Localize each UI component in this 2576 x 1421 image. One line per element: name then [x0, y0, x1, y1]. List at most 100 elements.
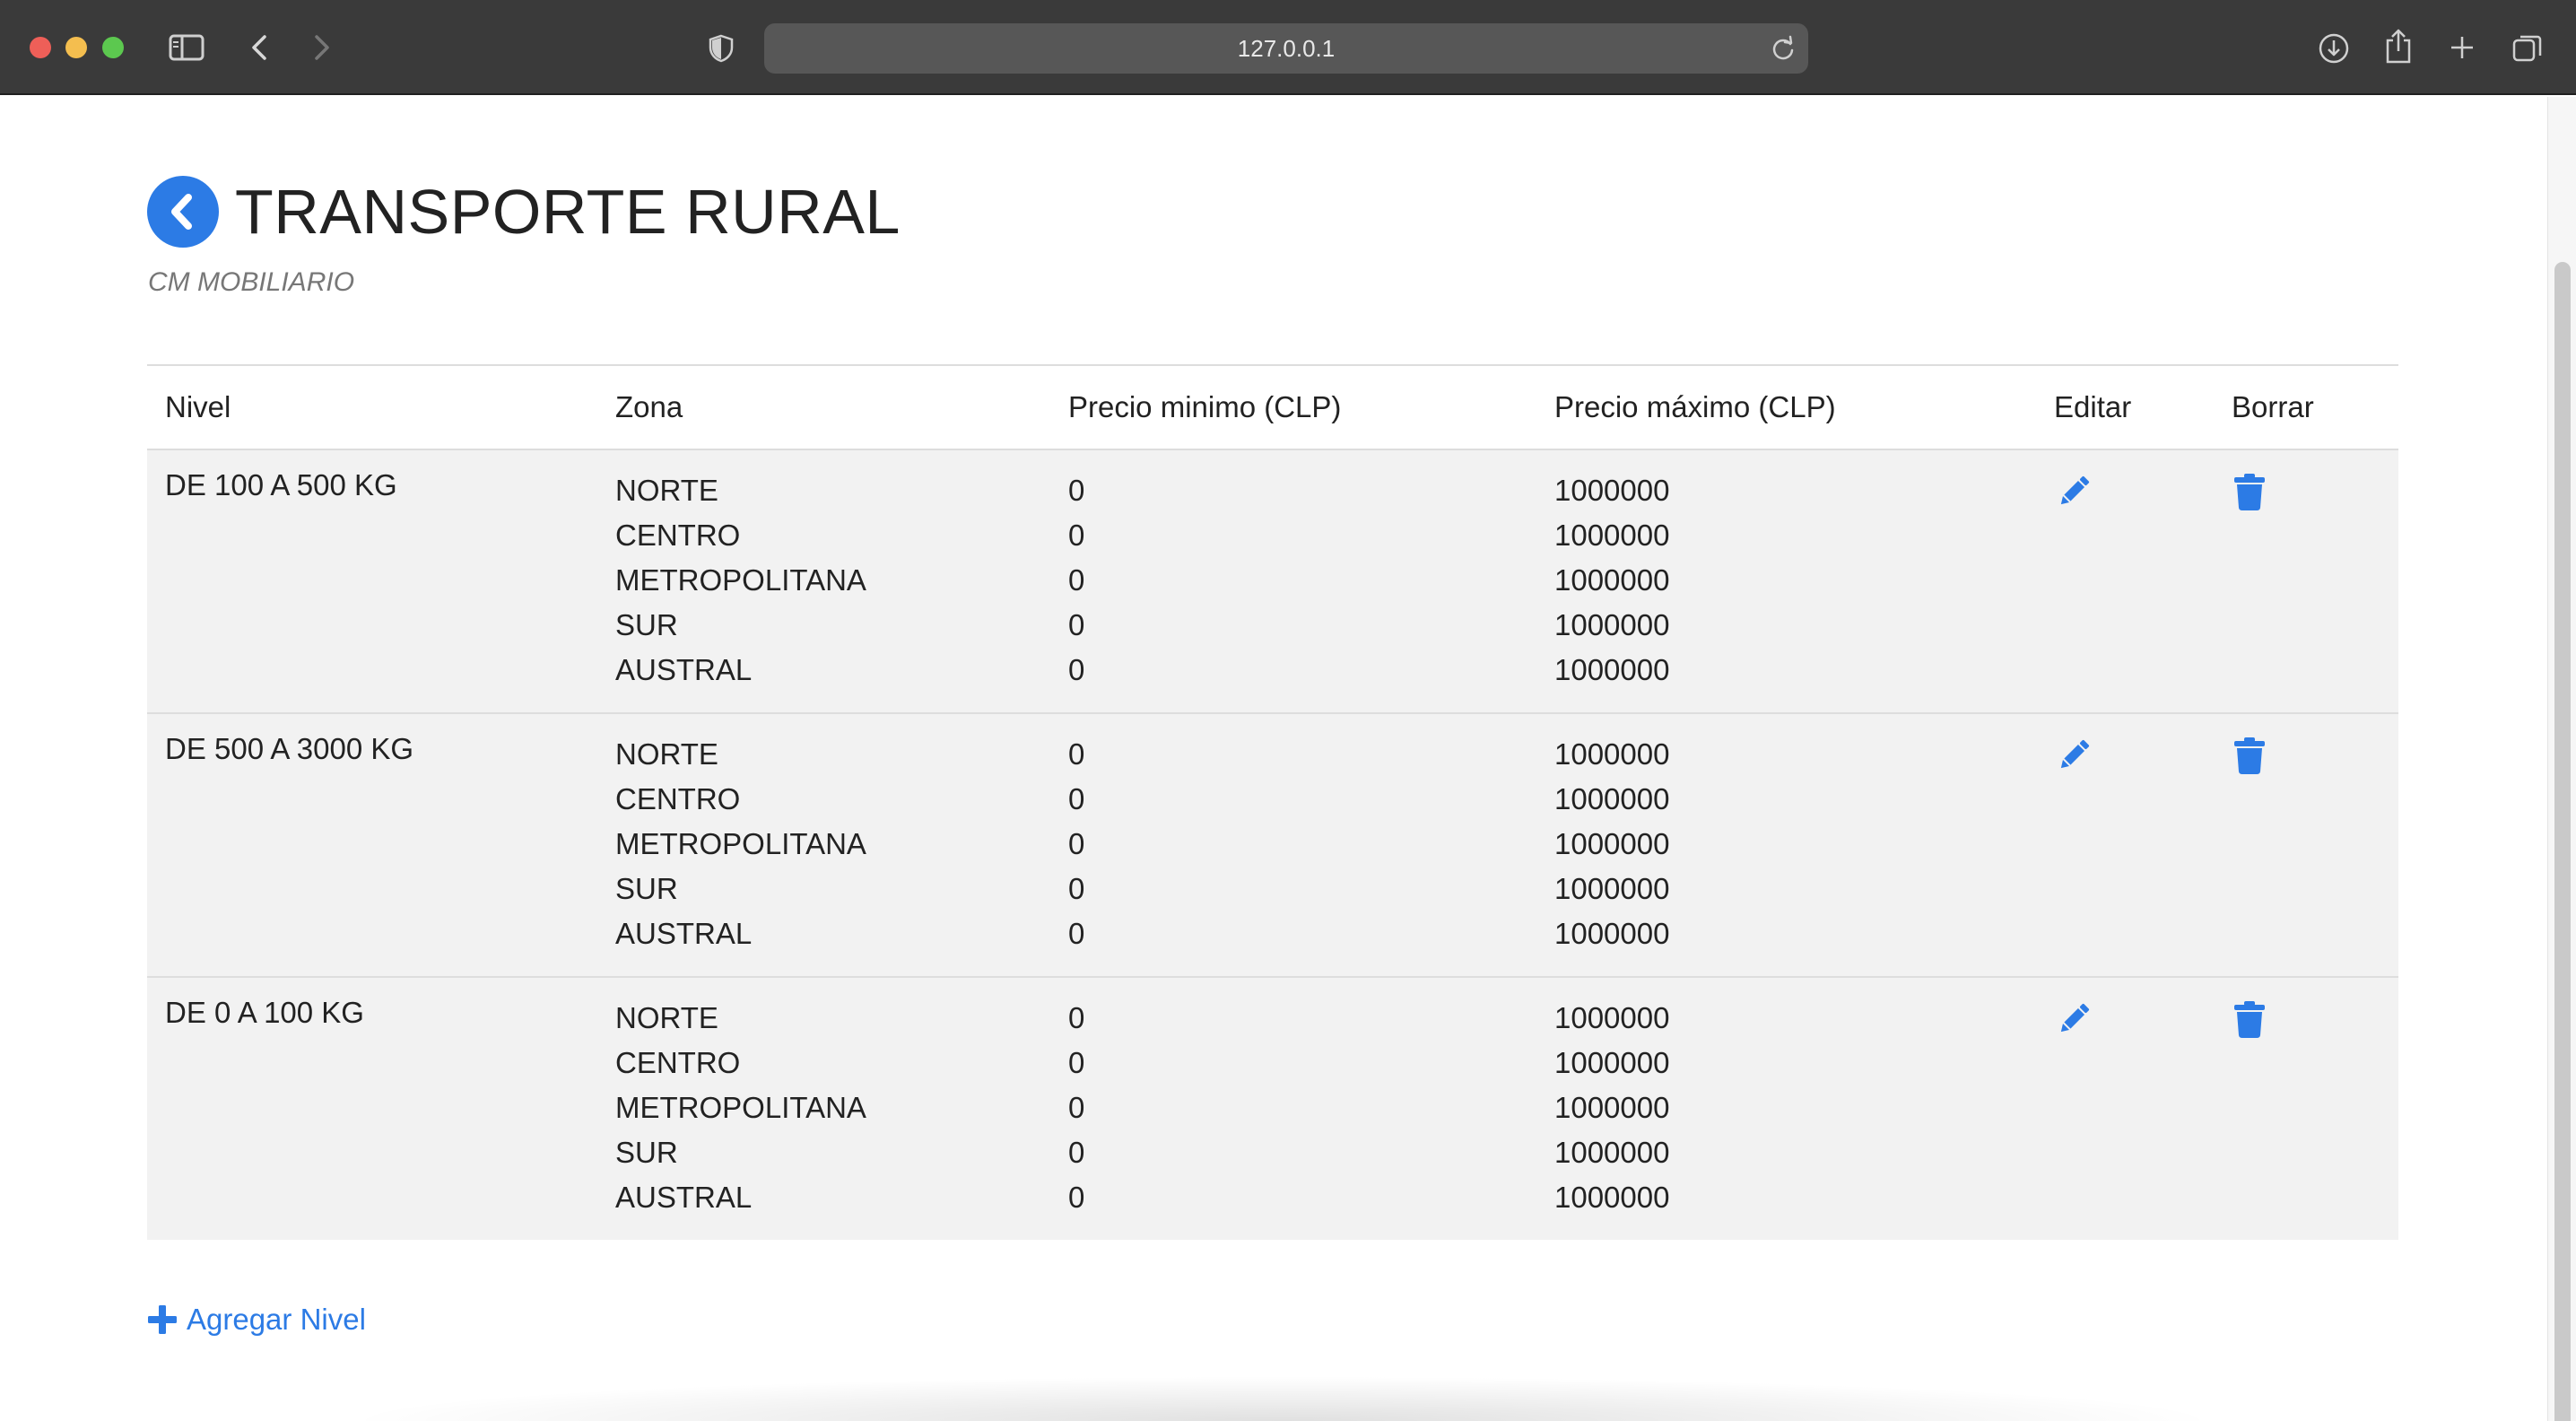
zona-value: AUSTRAL: [615, 1181, 753, 1214]
precio-max-value: 1000000: [1554, 917, 1670, 950]
table-row: DE 0 A 100 KG NORTE CENTRO METROPOLITANA…: [147, 977, 2398, 1240]
precio-max-value: 1000000: [1554, 653, 1670, 686]
minimize-window-button[interactable]: [65, 37, 87, 58]
page-title: TRANSPORTE RURAL: [235, 177, 901, 247]
header-editar: Editar: [2036, 364, 2214, 450]
chevron-left-icon: [171, 194, 192, 230]
forward-icon[interactable]: [309, 32, 335, 63]
header-nivel: Nivel: [147, 364, 597, 450]
precio-min-cell: 0 0 0 0 0: [1050, 713, 1536, 978]
zona-value: NORTE: [615, 474, 718, 507]
download-icon[interactable]: [2316, 31, 2352, 66]
precio-max-value: 1000000: [1554, 1091, 1670, 1124]
tabs-overview-icon[interactable]: [2510, 31, 2546, 66]
zona-value: CENTRO: [615, 782, 741, 815]
trash-icon[interactable]: [2232, 472, 2267, 511]
zona-cell: NORTE CENTRO METROPOLITANA SUR AUSTRAL: [597, 449, 1050, 714]
bottom-shadow: [341, 1376, 2224, 1421]
back-icon[interactable]: [246, 32, 273, 63]
sidebar-icon[interactable]: [167, 32, 206, 63]
zona-value: CENTRO: [615, 1046, 741, 1079]
zona-value: AUSTRAL: [615, 917, 753, 950]
precio-max-cell: 1000000 1000000 1000000 1000000 1000000: [1536, 977, 2036, 1240]
close-window-button[interactable]: [30, 37, 51, 58]
delete-cell: [2214, 713, 2398, 978]
precio-min-cell: 0 0 0 0 0: [1050, 977, 1536, 1240]
precio-min-value: 0: [1068, 1136, 1085, 1169]
precio-max-value: 1000000: [1554, 608, 1670, 641]
precio-max-value: 1000000: [1554, 1001, 1670, 1034]
page-content: TRANSPORTE RURAL CM MOBILIARIO Nivel Zon…: [0, 97, 2576, 1421]
precio-max-value: 1000000: [1554, 519, 1670, 552]
zona-value: NORTE: [615, 737, 718, 771]
zona-value: SUR: [615, 608, 678, 641]
precio-min-value: 0: [1068, 872, 1085, 905]
reload-icon[interactable]: [1771, 35, 1796, 66]
precio-max-value: 1000000: [1554, 827, 1670, 860]
edit-cell: [2036, 977, 2214, 1240]
precio-min-value: 0: [1068, 608, 1085, 641]
plus-icon: [147, 1304, 178, 1335]
nivel-cell: DE 100 A 500 KG: [147, 449, 597, 714]
header-precio-min: Precio minimo (CLP): [1050, 364, 1536, 450]
share-icon[interactable]: [2382, 27, 2415, 66]
table-header-row: Nivel Zona Precio minimo (CLP) Precio má…: [147, 364, 2398, 450]
precio-max-value: 1000000: [1554, 474, 1670, 507]
table-row: DE 100 A 500 KG NORTE CENTRO METROPOLITA…: [147, 449, 2398, 714]
add-level-button[interactable]: Agregar Nivel: [147, 1303, 366, 1337]
zona-value: CENTRO: [615, 519, 741, 552]
precio-max-cell: 1000000 1000000 1000000 1000000 1000000: [1536, 713, 2036, 978]
zoom-window-button[interactable]: [102, 37, 124, 58]
back-button[interactable]: [147, 176, 219, 248]
pencil-icon[interactable]: [2054, 736, 2093, 775]
precio-max-value: 1000000: [1554, 1046, 1670, 1079]
price-table: Nivel Zona Precio minimo (CLP) Precio má…: [147, 364, 2398, 1240]
precio-min-value: 0: [1068, 1001, 1085, 1034]
precio-min-value: 0: [1068, 1181, 1085, 1214]
zona-value: AUSTRAL: [615, 653, 753, 686]
precio-max-value: 1000000: [1554, 563, 1670, 597]
table-row: DE 500 A 3000 KG NORTE CENTRO METROPOLIT…: [147, 713, 2398, 978]
precio-min-value: 0: [1068, 737, 1085, 771]
precio-max-value: 1000000: [1554, 737, 1670, 771]
delete-cell: [2214, 449, 2398, 714]
trash-icon[interactable]: [2232, 999, 2267, 1039]
precio-min-value: 0: [1068, 563, 1085, 597]
browser-toolbar: 127.0.0.1: [0, 0, 2576, 95]
precio-max-value: 1000000: [1554, 782, 1670, 815]
header-zona: Zona: [597, 364, 1050, 450]
scrollbar[interactable]: [2547, 97, 2576, 1421]
nivel-cell: DE 0 A 100 KG: [165, 996, 364, 1029]
pencil-icon[interactable]: [2054, 472, 2093, 511]
delete-cell: [2214, 977, 2398, 1240]
add-level-label: Agregar Nivel: [187, 1303, 366, 1336]
scrollbar-thumb[interactable]: [2554, 262, 2571, 1421]
zona-value: METROPOLITANA: [615, 827, 866, 860]
nivel-cell: DE 500 A 3000 KG: [147, 713, 597, 978]
precio-max-value: 1000000: [1554, 1181, 1670, 1214]
precio-min-value: 0: [1068, 474, 1085, 507]
precio-min-value: 0: [1068, 653, 1085, 686]
page-header: TRANSPORTE RURAL: [147, 176, 901, 248]
precio-min-value: 0: [1068, 917, 1085, 950]
shield-icon[interactable]: [707, 33, 735, 64]
precio-min-value: 0: [1068, 782, 1085, 815]
precio-max-cell: 1000000 1000000 1000000 1000000 1000000: [1536, 449, 2036, 714]
zona-value: NORTE: [615, 1001, 718, 1034]
zona-value: SUR: [615, 872, 678, 905]
zona-value: METROPOLITANA: [615, 563, 866, 597]
pencil-icon[interactable]: [2054, 999, 2093, 1039]
precio-max-value: 1000000: [1554, 872, 1670, 905]
new-tab-icon[interactable]: [2447, 32, 2477, 63]
edit-cell: [2036, 449, 2214, 714]
precio-min-value: 0: [1068, 519, 1085, 552]
precio-min-value: 0: [1068, 1046, 1085, 1079]
zona-cell: NORTE CENTRO METROPOLITANA SUR AUSTRAL: [597, 977, 1050, 1240]
header-borrar: Borrar: [2214, 364, 2398, 450]
precio-max-value: 1000000: [1554, 1136, 1670, 1169]
trash-icon[interactable]: [2232, 736, 2267, 775]
precio-min-cell: 0 0 0 0 0: [1050, 449, 1536, 714]
address-bar[interactable]: 127.0.0.1: [764, 23, 1808, 74]
precio-min-value: 0: [1068, 827, 1085, 860]
zona-cell: NORTE CENTRO METROPOLITANA SUR AUSTRAL: [597, 713, 1050, 978]
